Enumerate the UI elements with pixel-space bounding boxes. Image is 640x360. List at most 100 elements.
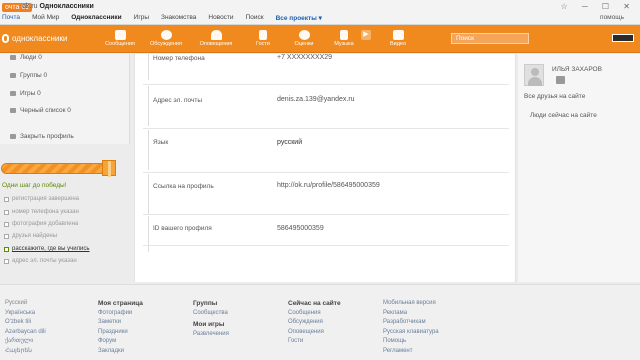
field-value-profile-id[interactable]: 586495000359 (277, 225, 324, 232)
field-value-language[interactable]: русский (277, 139, 302, 146)
footer-link[interactable]: Регламент (383, 347, 439, 357)
footer-now-online: Сейчас на сайте Сообщения Обсуждения Опо… (288, 299, 341, 347)
footer-link[interactable]: Гости (288, 337, 341, 347)
footer-link[interactable]: Сообщества (193, 309, 229, 319)
step-item: фотография добавлена (4, 221, 78, 227)
footer-my-page: Моя страница Фотографии Заметки Праздник… (98, 299, 143, 357)
portal-link-search[interactable]: Поиск (246, 14, 264, 24)
divider (148, 174, 149, 214)
footer-link[interactable]: Развлечения (193, 330, 229, 340)
people-online-link[interactable]: Люди сейчас на сайте (524, 112, 597, 119)
footer-link[interactable]: Реклама (383, 309, 439, 319)
footer-link[interactable]: Закладки (98, 347, 143, 357)
field-label-profile-link: Ссылка на профиль (153, 183, 214, 190)
nav-label: Музыка (334, 41, 354, 47)
field-value-profile-link[interactable]: http://ok.ru/profile/586495000359 (277, 182, 380, 189)
divider (148, 86, 149, 126)
music-note-icon (340, 30, 348, 40)
search-input[interactable]: Поиск (451, 33, 529, 44)
nav-messages[interactable]: Сообщения (102, 30, 138, 47)
nav-notifications[interactable]: Оповещения (198, 30, 234, 47)
lang-link[interactable]: Русский (5, 299, 46, 309)
footer-link[interactable]: Обсуждения (288, 318, 341, 328)
footer-languages: Русский Українська Oʻzbek tili Azərbayca… (5, 299, 46, 357)
help-link[interactable]: помощь (600, 14, 624, 21)
address-bar[interactable]: ok.ru Одноклассники (22, 3, 94, 10)
lang-link[interactable]: ქართული (5, 337, 46, 347)
lang-link[interactable]: Oʻzbek tili (5, 318, 46, 328)
profile-settings-panel: Номер телефона +7 XXXXXXXX29 Адрес эл. п… (134, 54, 516, 282)
field-value-phone[interactable]: +7 XXXXXXXX29 (277, 54, 332, 61)
portal-link-games[interactable]: Игры (134, 14, 149, 24)
portal-link-my-world[interactable]: Мой Мир (32, 14, 59, 24)
menu-label: Игры 0 (20, 90, 41, 97)
nav-discussions[interactable]: Обсуждения (148, 30, 184, 47)
menu-label: Группы 0 (20, 72, 48, 79)
portal-link-news[interactable]: Новости (208, 14, 233, 24)
user-menu[interactable] (612, 34, 634, 42)
footer-link[interactable]: Разработчикам (383, 318, 439, 328)
right-sidebar: ИЛЬЯ ЗАХАРОВ Все друзья на сайте Люди се… (518, 54, 640, 282)
divider (148, 54, 149, 80)
portal-link-dating[interactable]: Знакомства (161, 14, 196, 24)
nav-label: Видео (389, 41, 407, 47)
field-label-phone: Номер телефона (153, 55, 205, 62)
left-menu-people[interactable]: Люди 0 (10, 54, 42, 61)
avatar[interactable] (524, 64, 544, 86)
nav-guests[interactable]: Гости (245, 30, 281, 47)
left-menu-groups[interactable]: Группы 0 (10, 72, 47, 79)
divider (143, 245, 509, 246)
ok-logo[interactable]: одноклассники (2, 34, 67, 43)
window-controls[interactable]: ☆ ─ ☐ ✕ (561, 2, 636, 11)
portal-link-all-projects[interactable]: Все проекты ▾ (276, 14, 322, 24)
nav-ratings[interactable]: Оценки (286, 30, 322, 47)
menu-label: Закрыть профиль (20, 133, 74, 140)
footer-link[interactable]: Оповещения (288, 328, 341, 338)
footer-heading: Мои игры (193, 321, 225, 329)
field-label-email: Адрес эл. почты (153, 97, 203, 104)
footer-link[interactable]: Русская клавиатура (383, 328, 439, 338)
footer-link[interactable]: Форум (98, 337, 143, 347)
url-domain: ok.ru (22, 3, 38, 10)
lang-link[interactable]: Українська (5, 309, 46, 319)
people-icon (10, 55, 16, 60)
envelope-icon[interactable] (556, 76, 565, 84)
close-profile-link[interactable]: Закрыть профиль (10, 133, 74, 140)
footer-link[interactable]: Мобильная версия (383, 299, 439, 309)
friend-name[interactable]: ИЛЬЯ ЗАХАРОВ (552, 66, 602, 73)
footer-link[interactable]: Фотографии (98, 309, 143, 319)
left-menu-games[interactable]: Игры 0 (10, 90, 41, 97)
ok-header: одноклассники Сообщения Обсуждения Опове… (0, 25, 640, 53)
nav-label: Оповещения (199, 41, 233, 47)
divider (143, 84, 509, 85)
lock-icon (10, 134, 16, 139)
all-friends-link[interactable]: Все друзья на сайте (524, 93, 585, 100)
step-item: номер телефона указан (4, 209, 79, 215)
step-item-education[interactable]: расскажите, где вы учились (4, 246, 90, 252)
footer-link[interactable]: Помощь (383, 337, 439, 347)
field-value-email[interactable]: denis.za.139@yandex.ru (277, 96, 355, 103)
step-label: друзья найдены (12, 233, 58, 239)
portal-bar: Почта Мой Мир Одноклассники Игры Знакомс… (2, 14, 638, 24)
step-label: номер телефона указан (12, 209, 79, 215)
people-online-label: Люди сейчас на сайте (530, 112, 597, 119)
divider (143, 214, 509, 215)
lang-link[interactable]: Azərbaycan dili (5, 328, 46, 338)
divider (143, 128, 509, 129)
footer-link[interactable]: Сообщения (288, 309, 341, 319)
footer-link[interactable]: Праздники (98, 328, 143, 338)
nav-music-play[interactable]: ▶ (348, 30, 384, 41)
step-item: друзья найдены (4, 233, 57, 239)
nav-label: Оценки (294, 41, 314, 47)
portal-link-mail[interactable]: Почта (2, 14, 20, 24)
check-icon (4, 233, 9, 239)
profile-progress-bar (1, 163, 111, 174)
discussion-icon (160, 30, 172, 40)
footer-link[interactable]: Заметки (98, 318, 143, 328)
nav-video[interactable]: Видео (380, 30, 416, 47)
lang-link[interactable]: Հայերեն (5, 347, 46, 357)
step-label: расскажите, где вы учились (12, 246, 90, 252)
portal-link-ok[interactable]: Одноклассники (71, 14, 121, 24)
left-menu-blacklist[interactable]: Черный список 0 (10, 107, 71, 114)
field-label-profile-id: ID вашего профиля (153, 225, 212, 232)
